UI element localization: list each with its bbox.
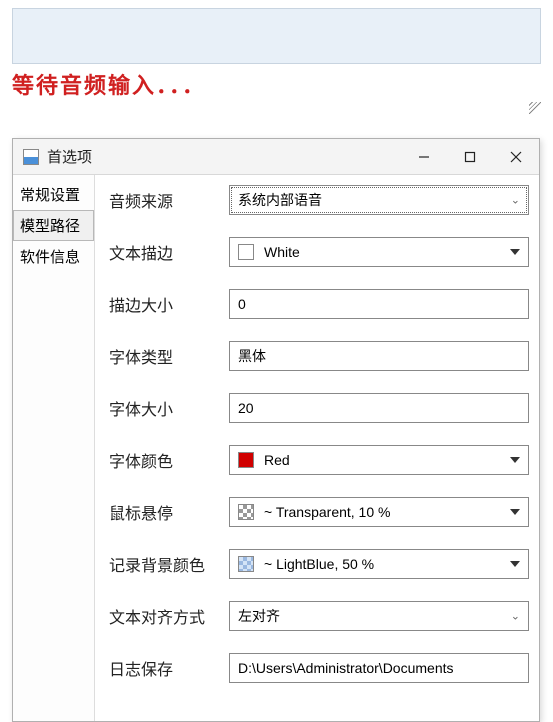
- font-color-select[interactable]: Red: [229, 445, 529, 475]
- audio-source-value: 系统内部语音: [238, 190, 322, 210]
- tab-model-path[interactable]: 模型路径: [13, 210, 94, 241]
- row-log-save: 日志保存: [109, 653, 529, 683]
- caret-down-icon: [510, 561, 520, 567]
- tab-software-info[interactable]: 软件信息: [13, 241, 94, 272]
- label-stroke-size: 描边大小: [109, 292, 229, 316]
- form-area: 音频来源 系统内部语音 ⌄ 文本描边 White: [95, 175, 539, 721]
- mouse-hover-value: ~ Transparent, 10 %: [264, 504, 390, 520]
- maximize-button[interactable]: [447, 139, 493, 175]
- transparent-swatch-icon: [238, 504, 254, 520]
- caret-down-icon: [510, 457, 520, 463]
- tab-strip: 常规设置 模型路径 软件信息: [13, 175, 95, 721]
- text-align-value: 左对齐: [238, 606, 280, 626]
- mouse-hover-select[interactable]: ~ Transparent, 10 %: [229, 497, 529, 527]
- record-bg-value: ~ LightBlue, 50 %: [264, 556, 374, 572]
- row-font-color: 字体颜色 Red: [109, 445, 529, 475]
- record-bg-select[interactable]: ~ LightBlue, 50 %: [229, 549, 529, 579]
- row-stroke-size: 描边大小: [109, 289, 529, 319]
- chevron-down-icon: ⌄: [511, 194, 520, 207]
- label-text-align: 文本对齐方式: [109, 604, 229, 628]
- waiting-status-text: 等待音频输入．．．: [12, 68, 553, 100]
- row-audio-source: 音频来源 系统内部语音 ⌄: [109, 185, 529, 215]
- tab-general[interactable]: 常规设置: [13, 179, 94, 210]
- chevron-down-icon: ⌄: [511, 610, 520, 623]
- preferences-window: 首选项 常规设置 模型路径 软件信息 音频来源: [12, 138, 540, 722]
- white-swatch-icon: [238, 244, 254, 260]
- caret-down-icon: [510, 249, 520, 255]
- maximize-icon: [464, 151, 476, 163]
- label-mouse-hover: 鼠标悬停: [109, 500, 229, 524]
- label-record-bg: 记录背景颜色: [109, 552, 229, 576]
- row-font-type: 字体类型: [109, 341, 529, 371]
- row-text-align: 文本对齐方式 左对齐 ⌄: [109, 601, 529, 631]
- label-audio-source: 音频来源: [109, 188, 229, 212]
- audio-input-display: [12, 8, 541, 64]
- titlebar[interactable]: 首选项: [13, 139, 539, 175]
- minimize-icon: [418, 151, 430, 163]
- label-font-type: 字体类型: [109, 344, 229, 368]
- caret-down-icon: [510, 509, 520, 515]
- text-stroke-select[interactable]: White: [229, 237, 529, 267]
- label-font-size: 字体大小: [109, 396, 229, 420]
- stroke-size-input[interactable]: [229, 289, 529, 319]
- row-text-stroke: 文本描边 White: [109, 237, 529, 267]
- window-body: 常规设置 模型路径 软件信息 音频来源 系统内部语音 ⌄ 文本描边: [13, 175, 539, 721]
- row-font-size: 字体大小: [109, 393, 529, 423]
- label-text-stroke: 文本描边: [109, 240, 229, 264]
- label-font-color: 字体颜色: [109, 448, 229, 472]
- window-controls: [401, 139, 539, 175]
- row-mouse-hover: 鼠标悬停 ~ Transparent, 10 %: [109, 497, 529, 527]
- close-icon: [510, 151, 522, 163]
- red-swatch-icon: [238, 452, 254, 468]
- lightblue-swatch-icon: [238, 556, 254, 572]
- app-icon: [23, 149, 39, 165]
- font-color-value: Red: [264, 452, 290, 468]
- text-stroke-value: White: [264, 244, 300, 260]
- label-log-save: 日志保存: [109, 656, 229, 680]
- minimize-button[interactable]: [401, 139, 447, 175]
- font-size-input[interactable]: [229, 393, 529, 423]
- close-button[interactable]: [493, 139, 539, 175]
- log-save-input[interactable]: [229, 653, 529, 683]
- window-title: 首选项: [47, 146, 401, 167]
- row-record-bg: 记录背景颜色 ~ LightBlue, 50 %: [109, 549, 529, 579]
- text-align-select[interactable]: 左对齐 ⌄: [229, 601, 529, 631]
- audio-source-select[interactable]: 系统内部语音 ⌄: [229, 185, 529, 215]
- resize-grip-icon[interactable]: [527, 100, 541, 114]
- font-type-input[interactable]: [229, 341, 529, 371]
